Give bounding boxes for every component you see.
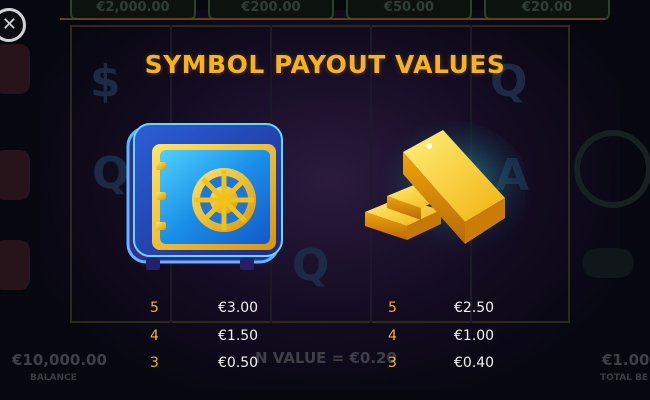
payout-row: 3 €0.40 bbox=[388, 355, 498, 375]
payout-row: 4 €1.50 bbox=[150, 328, 260, 348]
jackpot-strip: €2,000.00 €200.00 €50.00 €20.00 bbox=[70, 0, 610, 20]
payout-value: €2.50 bbox=[454, 300, 495, 316]
payout-value: €0.40 bbox=[454, 355, 495, 371]
pig-character-icon bbox=[0, 150, 30, 200]
jackpot-minor: €50.00 bbox=[346, 0, 472, 20]
payout-value: €1.00 bbox=[454, 328, 495, 344]
header-divider bbox=[60, 18, 605, 20]
jackpot-mini: €20.00 bbox=[484, 0, 610, 20]
pig-character-icon bbox=[0, 240, 30, 290]
payout-row: 3 €0.50 bbox=[150, 355, 260, 375]
payout-row: 5 €2.50 bbox=[388, 300, 498, 320]
payout-count: 4 bbox=[150, 328, 159, 344]
gold-bars-icon bbox=[365, 120, 525, 260]
total-bet-label: TOTAL BE bbox=[600, 373, 649, 383]
symbol-card-gold-bars bbox=[355, 112, 525, 272]
payout-value: €1.50 bbox=[218, 328, 259, 344]
payout-count: 3 bbox=[388, 355, 397, 371]
balance-label: BALANCE bbox=[30, 373, 77, 383]
total-bet-value: €1.00 bbox=[602, 351, 650, 369]
symbol-card-safe bbox=[120, 118, 290, 278]
close-icon[interactable]: ✕ bbox=[0, 8, 26, 42]
payout-count: 4 bbox=[388, 328, 397, 344]
page-title: SYMBOL PAYOUT VALUES bbox=[144, 50, 506, 79]
balance-value: €10,000.00 bbox=[12, 351, 107, 369]
payout-count: 5 bbox=[388, 300, 397, 316]
win-value-text: N VALUE = €0.20 bbox=[255, 349, 397, 367]
payout-value: €0.50 bbox=[218, 355, 259, 371]
payout-count: 5 bbox=[150, 300, 159, 316]
payout-row: 4 €1.00 bbox=[388, 328, 498, 348]
jackpot-major: €200.00 bbox=[208, 0, 334, 20]
queen-symbol-icon: Q bbox=[292, 240, 330, 291]
safe-icon bbox=[126, 123, 283, 270]
payout-count: 3 bbox=[150, 355, 159, 371]
payout-row: 5 €3.00 bbox=[150, 300, 260, 320]
spin-button[interactable] bbox=[574, 130, 650, 208]
jackpot-grand: €2,000.00 bbox=[70, 0, 196, 20]
payout-value: €3.00 bbox=[218, 300, 259, 316]
autoplay-button[interactable] bbox=[582, 248, 634, 278]
